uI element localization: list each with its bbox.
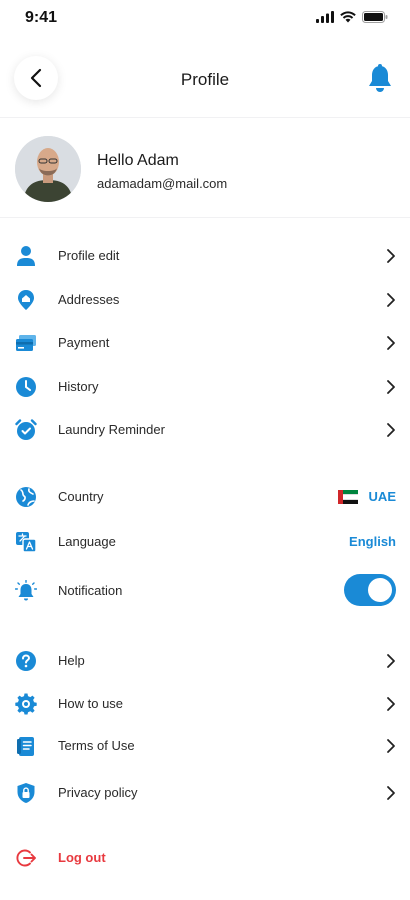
question-icon [16,651,36,671]
profile-card: Hello Adam adamadam@mail.com [0,118,410,218]
chevron-right-icon [387,249,395,263]
menu-item-label: Privacy policy [58,785,138,800]
setting-language[interactable]: Language English [0,522,410,562]
menu-item-how-to-use[interactable]: How to use [0,684,410,724]
menu-item-history[interactable]: History [0,367,410,407]
menu-item-laundry-reminder[interactable]: Laundry Reminder [0,410,410,450]
page-title: Profile [180,70,230,89]
menu-item-label: Addresses [58,292,120,307]
notifications-button[interactable] [366,64,394,94]
chevron-right-icon [387,423,395,437]
toggle-knob [368,578,392,602]
menu-item-label: How to use [58,696,124,711]
alarm-icon [15,419,37,440]
chevron-right-icon [387,786,395,800]
notification-toggle[interactable] [344,574,396,606]
greeting: Hello Adam [97,152,179,169]
menu-item-label: Laundry Reminder [58,422,165,437]
credit-card-icon [16,335,36,351]
setting-label: Language [58,534,116,549]
bell-icon [369,64,391,92]
alert-bell-icon [15,580,37,601]
gear-icon [15,693,37,715]
setting-label: Country [58,489,104,504]
logout-button[interactable]: Log out [0,838,410,878]
chevron-right-icon [387,336,395,350]
menu-item-help[interactable]: Help [0,641,410,681]
menu-item-payment[interactable]: Payment [0,323,410,363]
avatar-image [15,136,81,202]
menu-item-label: Help [58,653,85,668]
translate-icon [16,532,37,553]
signal-icon [316,11,334,23]
menu-item-label: Terms of Use [58,738,135,753]
status-time: 9:41 [25,9,58,26]
shield-lock-icon [17,783,35,803]
menu-item-terms-of-use[interactable]: Terms of Use [0,726,410,766]
battery-icon [362,11,388,23]
setting-country[interactable]: Country UAE [0,477,410,517]
logout-label: Log out [58,850,106,865]
clock-icon [16,377,36,397]
chevron-right-icon [387,293,395,307]
chevron-right-icon [387,380,395,394]
status-bar: 9:41 [0,0,410,40]
menu-item-profile-edit[interactable]: Profile edit [0,236,410,276]
logout-icon [16,849,36,867]
person-icon [17,246,35,266]
user-email: adamadam@mail.com [97,176,228,191]
menu-item-privacy-policy[interactable]: Privacy policy [0,773,410,813]
location-pin-icon [18,290,34,310]
chevron-right-icon [387,739,395,753]
setting-label: Notification [58,583,123,598]
globe-icon [16,487,36,507]
menu-item-label: Payment [58,335,110,350]
document-icon [17,737,34,756]
wifi-icon [340,11,356,23]
menu-item-label: Profile edit [58,248,120,263]
setting-notification: Notification [0,571,410,611]
chevron-right-icon [387,697,395,711]
avatar [15,136,81,202]
status-icons [316,11,388,23]
chevron-right-icon [387,654,395,668]
uae-flag-icon [338,490,358,504]
header: Profile [0,40,410,118]
country-value: UAE [368,489,396,504]
menu-item-addresses[interactable]: Addresses [0,280,410,320]
language-value: English [349,534,396,549]
menu-item-label: History [58,379,99,394]
